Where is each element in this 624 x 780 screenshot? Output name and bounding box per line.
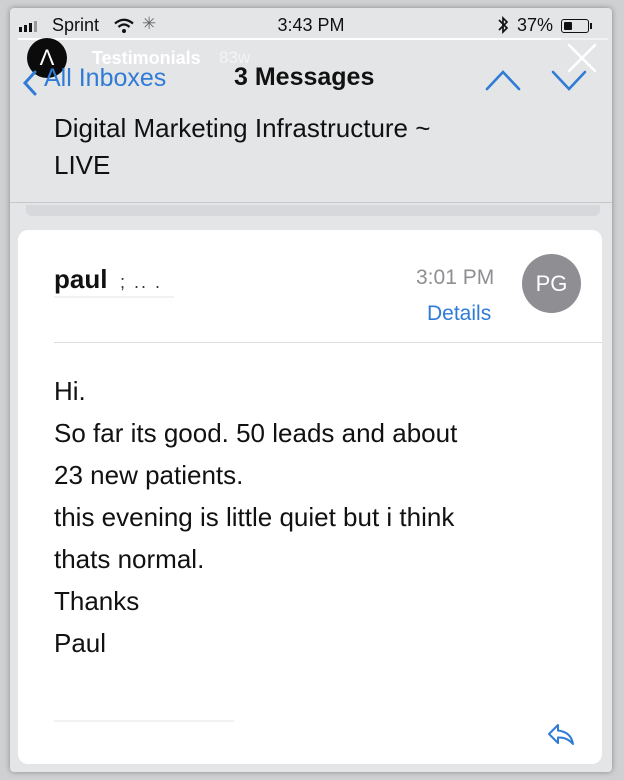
body-line: this evening is little quiet but i think bbox=[54, 502, 455, 532]
bluetooth-icon bbox=[496, 15, 510, 40]
email-subject: Digital Marketing Infrastructure ~ LIVE bbox=[54, 110, 574, 184]
battery-icon bbox=[561, 19, 592, 33]
story-progress-bar bbox=[18, 38, 608, 40]
sender-name-obscured: ; .. . bbox=[120, 272, 163, 292]
recipient-line bbox=[54, 296, 174, 298]
body-line: thats normal. bbox=[54, 544, 205, 574]
body-line: Thanks bbox=[54, 586, 140, 616]
chevron-down-icon[interactable] bbox=[550, 68, 588, 97]
header-divider bbox=[10, 202, 612, 203]
phone-screenshot: Sprint ✳ 3:43 PM 37% Λ Testimonials 83w bbox=[10, 8, 612, 772]
body-line: So far its good. 50 leads and about bbox=[54, 418, 458, 448]
reply-icon[interactable] bbox=[546, 722, 576, 753]
body-line: Hi. bbox=[54, 376, 86, 406]
message-time: 3:01 PM bbox=[416, 266, 495, 289]
status-bar: Sprint ✳ 3:43 PM 37% bbox=[10, 8, 612, 42]
body-line: Paul bbox=[54, 628, 107, 658]
message-card: paul ; .. . 3:01 PM Details PG Hi. So fa… bbox=[18, 230, 602, 764]
body-line: 23 new patients. bbox=[54, 460, 244, 490]
back-label: All Inboxes bbox=[44, 64, 167, 92]
details-link[interactable]: Details bbox=[427, 302, 491, 326]
chevron-left-icon bbox=[22, 70, 38, 103]
chevron-up-icon[interactable] bbox=[484, 68, 522, 97]
footer-line bbox=[54, 720, 234, 722]
message-divider bbox=[54, 342, 602, 343]
collapsed-message-stack[interactable] bbox=[26, 205, 600, 216]
message-count-title: 3 Messages bbox=[234, 63, 375, 91]
sender-name: paul bbox=[54, 264, 108, 294]
story-progress-fill bbox=[18, 38, 561, 40]
subject-line-1: Digital Marketing Infrastructure ~ bbox=[54, 113, 431, 143]
subject-line-2: LIVE bbox=[54, 150, 111, 180]
battery-percent: 37% bbox=[517, 15, 554, 35]
avatar[interactable]: PG bbox=[522, 254, 581, 313]
message-body: Hi. So far its good. 50 leads and about … bbox=[54, 370, 584, 664]
